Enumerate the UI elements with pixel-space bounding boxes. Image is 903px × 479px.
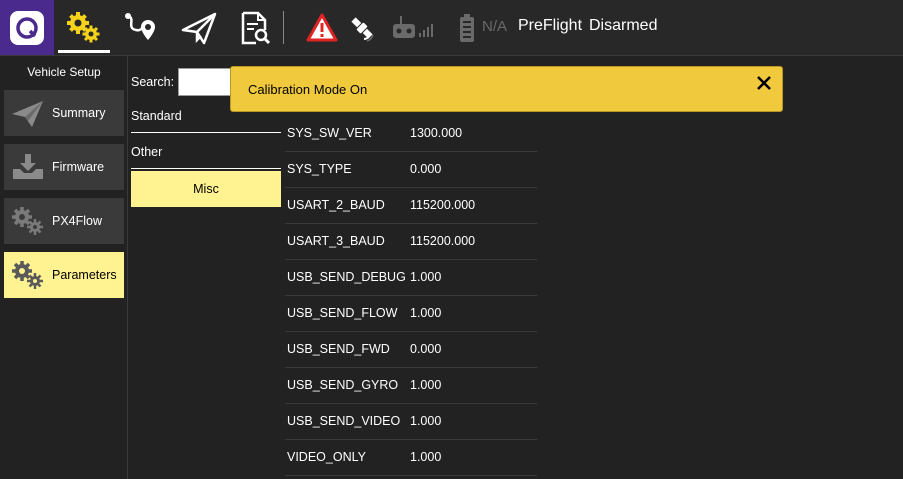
group-divider bbox=[131, 132, 281, 133]
vehicle-setup-sidebar: Vehicle Setup Summary Firmware PX4Flow P… bbox=[0, 56, 128, 479]
rc-signal-icon bbox=[393, 15, 433, 38]
plan-route-icon bbox=[125, 12, 155, 40]
sidebar-item-label: PX4Flow bbox=[52, 214, 103, 228]
table-row[interactable]: USB_SEND_VIDEO 1.000 bbox=[285, 404, 537, 440]
sidebar-item-firmware[interactable]: Firmware bbox=[4, 144, 124, 190]
arm-state-label[interactable]: Disarmed bbox=[589, 17, 657, 35]
param-value: 115200.000 bbox=[410, 234, 476, 248]
gears-icon bbox=[12, 261, 43, 289]
sidebar-title: Vehicle Setup bbox=[27, 65, 101, 79]
param-value: 1.000 bbox=[410, 450, 442, 464]
search-label: Search: bbox=[131, 75, 175, 89]
group-misc-button[interactable]: Misc bbox=[131, 171, 281, 207]
paper-plane-icon bbox=[12, 101, 43, 127]
table-row[interactable]: USB_SEND_GYRO 1.000 bbox=[285, 368, 537, 404]
param-value: 1.000 bbox=[410, 378, 442, 392]
param-name: USART_3_BAUD bbox=[287, 234, 385, 248]
param-name: USB_SEND_DEBUG bbox=[287, 270, 406, 284]
sidebar-item-label: Summary bbox=[52, 106, 106, 120]
plan-view-button[interactable] bbox=[114, 0, 168, 55]
search-input[interactable] bbox=[178, 68, 238, 96]
sidebar-item-label: Parameters bbox=[52, 268, 117, 282]
param-name: USB_SEND_VIDEO bbox=[287, 414, 401, 428]
download-icon bbox=[13, 154, 43, 179]
gps-indicator[interactable] bbox=[342, 0, 382, 55]
battery-label: N/A bbox=[482, 18, 508, 35]
top-toolbar: N/A PreFlight Disarmed bbox=[0, 0, 903, 56]
vehicle-setup-button[interactable] bbox=[56, 0, 112, 55]
sidebar-item-parameters[interactable]: Parameters bbox=[4, 252, 124, 298]
sidebar-item-summary[interactable]: Summary bbox=[4, 90, 124, 136]
param-value: 1300.000 bbox=[410, 126, 463, 140]
rc-rssi-indicator[interactable] bbox=[388, 0, 440, 55]
table-row[interactable]: SYS_TYPE 0.000 bbox=[285, 152, 537, 188]
message-indicator[interactable] bbox=[302, 0, 342, 55]
flight-mode-label[interactable]: PreFlight bbox=[518, 17, 582, 35]
param-name: USB_SEND_FLOW bbox=[287, 306, 398, 320]
group-label: Standard bbox=[131, 109, 182, 123]
param-value: 1.000 bbox=[410, 306, 442, 320]
battery-indicator[interactable] bbox=[455, 0, 479, 55]
analyze-view-button[interactable] bbox=[228, 0, 282, 55]
table-row[interactable]: USART_3_BAUD 115200.000 bbox=[285, 224, 537, 260]
warning-icon bbox=[306, 13, 338, 41]
table-row[interactable]: USART_2_BAUD 115200.000 bbox=[285, 188, 537, 224]
param-name: VIDEO_ONLY bbox=[287, 450, 366, 464]
toolbar-divider bbox=[283, 11, 284, 44]
gears-icon bbox=[67, 11, 100, 42]
qgc-logo-button[interactable] bbox=[0, 0, 54, 55]
gears-icon bbox=[12, 207, 43, 235]
analyze-document-icon bbox=[241, 11, 271, 44]
param-value: 115200.000 bbox=[410, 198, 476, 212]
gps-satellite-icon bbox=[351, 16, 374, 42]
param-name: USB_SEND_GYRO bbox=[287, 378, 399, 392]
group-other[interactable]: Other bbox=[131, 135, 281, 169]
sidebar-item-px4flow[interactable]: PX4Flow bbox=[4, 198, 124, 244]
table-row[interactable]: VIDEO_ONLY 1.000 bbox=[285, 440, 537, 476]
fly-view-button[interactable] bbox=[172, 0, 226, 55]
table-row[interactable]: USB_SEND_FWD 0.000 bbox=[285, 332, 537, 368]
param-name: SYS_TYPE bbox=[287, 162, 352, 176]
param-name: USB_SEND_FWD bbox=[287, 342, 390, 356]
table-row[interactable]: USB_SEND_DEBUG 1.000 bbox=[285, 260, 537, 296]
parameter-groups: Search: Standard ▼ Other Misc bbox=[128, 56, 283, 479]
param-value: 1.000 bbox=[410, 270, 442, 284]
sidebar-item-label: Firmware bbox=[52, 160, 105, 174]
qgc-logo-icon bbox=[10, 10, 44, 45]
param-value: 1.000 bbox=[410, 414, 442, 428]
active-tab-underline bbox=[58, 50, 110, 53]
banner-text: Calibration Mode On bbox=[248, 82, 368, 97]
paper-plane-icon bbox=[181, 12, 217, 44]
close-icon bbox=[757, 76, 771, 90]
battery-icon bbox=[460, 13, 474, 42]
group-divider bbox=[131, 168, 281, 169]
calibration-banner: Calibration Mode On bbox=[230, 66, 783, 112]
param-value: 0.000 bbox=[410, 342, 442, 356]
table-row[interactable]: USB_SEND_FLOW 1.000 bbox=[285, 296, 537, 332]
param-value: 0.000 bbox=[410, 162, 442, 176]
param-name: USART_2_BAUD bbox=[287, 198, 385, 212]
param-name: SYS_SW_VER bbox=[287, 126, 372, 140]
group-label: Other bbox=[131, 145, 163, 159]
parameter-table: SYS_SW_VER 1300.000 SYS_TYPE 0.000 USART… bbox=[285, 116, 537, 476]
banner-close-button[interactable] bbox=[754, 73, 774, 93]
table-row[interactable]: SYS_SW_VER 1300.000 bbox=[285, 116, 537, 152]
